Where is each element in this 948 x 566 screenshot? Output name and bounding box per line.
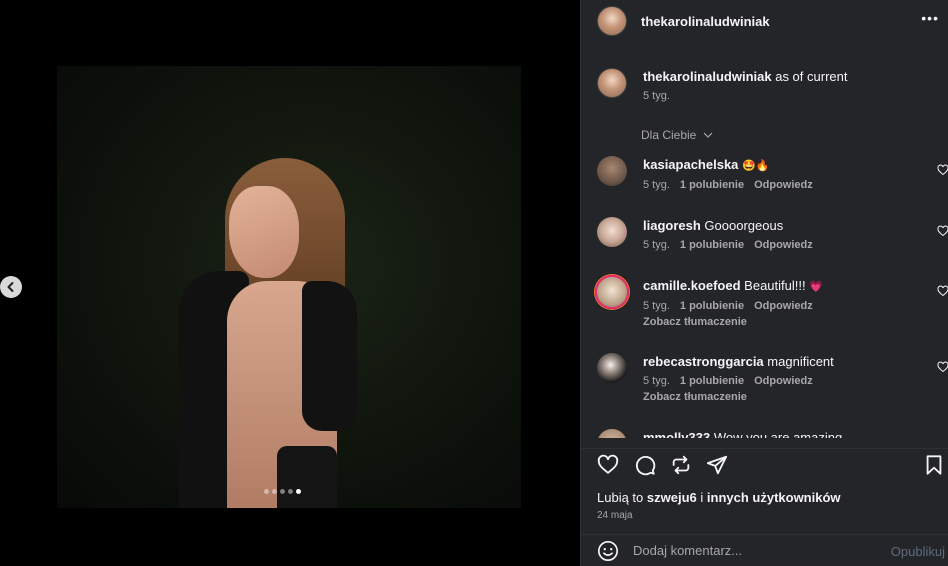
repost-button[interactable] <box>670 454 692 476</box>
avatar[interactable] <box>597 6 627 36</box>
bookmark-icon <box>926 455 942 475</box>
more-options-icon[interactable]: ••• <box>921 10 939 26</box>
like-comment-icon[interactable] <box>937 225 948 237</box>
carousel-dot <box>296 489 301 494</box>
comment-likes[interactable]: 1 polubienie <box>680 179 744 191</box>
chevron-down-icon <box>703 132 713 138</box>
reply-button[interactable]: Odpowiedz <box>754 239 813 251</box>
paper-plane-icon <box>706 455 728 475</box>
photo-dress-strap <box>302 281 357 431</box>
carousel-dot <box>264 489 269 494</box>
carousel-dot <box>288 489 293 494</box>
comment-username[interactable]: liagoresh <box>643 218 701 233</box>
add-comment-bar: Opublikuj <box>581 534 948 566</box>
reply-button[interactable]: Odpowiedz <box>754 179 813 191</box>
reply-button[interactable]: Odpowiedz <box>754 300 813 312</box>
comment-text: Beautiful!!! <box>744 278 806 293</box>
comment-button[interactable] <box>634 454 656 476</box>
comment-emoji: 💗 <box>809 280 823 293</box>
avatar[interactable] <box>597 429 627 438</box>
comment-icon <box>636 456 656 476</box>
comment-item: mmolly333 Wow you are amazing <box>597 429 947 438</box>
comment-likes[interactable]: 1 polubienie <box>680 300 744 312</box>
comment-input[interactable] <box>633 543 863 558</box>
comment-filter-label: Dla Ciebie <box>641 128 697 142</box>
save-button[interactable] <box>923 454 945 476</box>
post-actions-bar <box>581 448 948 480</box>
carousel-prev-button[interactable] <box>0 276 22 298</box>
avatar[interactable] <box>597 353 627 383</box>
carousel-dots <box>264 489 301 494</box>
liker-username[interactable]: szweju6 <box>647 490 697 505</box>
likes-middle: i <box>700 490 704 505</box>
publish-button[interactable]: Opublikuj <box>891 544 945 559</box>
like-comment-icon[interactable] <box>937 361 948 373</box>
owner-username[interactable]: thekarolinaludwiniak <box>641 14 770 29</box>
comment-text: Goooorgeous <box>704 218 784 233</box>
comment-username[interactable]: kasiapachelska <box>643 157 738 172</box>
post-header: thekarolinaludwiniak ••• <box>581 0 948 42</box>
comment-likes[interactable]: 1 polubienie <box>680 239 744 251</box>
post-photo[interactable] <box>57 66 521 508</box>
comment-item: kasiapachelska 🤩🔥 5 tyg. 1 polubienie Odpo… <box>597 156 948 191</box>
comment-item: rebecastronggarcia magnificent 5 tyg. 1 p… <box>597 353 948 403</box>
comment-filter-dropdown[interactable]: Dla Ciebie <box>641 128 713 142</box>
comment-username[interactable]: camille.koefoed <box>643 278 741 293</box>
photo-face <box>229 186 299 278</box>
post-date: 24 maja <box>597 510 633 521</box>
carousel-dot <box>280 489 285 494</box>
see-translation-link[interactable]: Zobacz tłumaczenie <box>643 391 921 403</box>
caption-text: thekarolinaludwiniak as of current <box>643 68 847 85</box>
comment-time: 5 tyg. <box>643 300 670 312</box>
comment-text: Wow you are amazing <box>713 430 843 438</box>
caption: thekarolinaludwiniak as of current 5 tyg… <box>597 68 847 102</box>
caption-username[interactable]: thekarolinaludwiniak <box>643 69 772 84</box>
photo-dress-bottom <box>277 446 337 508</box>
reply-button[interactable]: Odpowiedz <box>754 375 813 387</box>
comment-time: 5 tyg. <box>643 375 670 387</box>
carousel-dot <box>272 489 277 494</box>
avatar[interactable] <box>595 275 629 309</box>
see-translation-link[interactable]: Zobacz tłumaczenie <box>643 316 921 328</box>
heart-icon <box>597 454 619 474</box>
chevron-left-icon <box>7 282 14 292</box>
comments-list[interactable]: thekarolinaludwiniak as of current 5 tyg… <box>581 58 948 438</box>
avatar[interactable] <box>597 68 627 98</box>
comment-time: 5 tyg. <box>643 179 670 191</box>
comment-item: camille.koefoed Beautiful!!! 💗 5 tyg. 1 p… <box>595 275 948 328</box>
comment-username[interactable]: rebecastronggarcia <box>643 354 764 369</box>
like-comment-icon[interactable] <box>937 285 948 297</box>
other-likers-link[interactable]: innych użytkowników <box>707 490 841 505</box>
likes-summary: Lubią to szweju6 i innych użytkowników <box>597 490 841 505</box>
comment-likes[interactable]: 1 polubienie <box>680 375 744 387</box>
avatar[interactable] <box>597 217 627 247</box>
post-details-panel: thekarolinaludwiniak ••• thekarolinaludw… <box>580 0 948 566</box>
avatar[interactable] <box>597 156 627 186</box>
repost-icon <box>672 455 690 475</box>
post-media <box>0 0 580 566</box>
likes-prefix: Lubią to <box>597 490 644 505</box>
like-button[interactable] <box>597 454 619 476</box>
comment-username[interactable]: mmolly333 <box>643 430 710 438</box>
comment-item: liagoresh Goooorgeous 5 tyg. 1 polubienie… <box>597 217 948 251</box>
comment-time: 5 tyg. <box>643 239 670 251</box>
share-button[interactable] <box>706 454 728 476</box>
emoji-icon[interactable] <box>597 540 619 562</box>
like-comment-icon[interactable] <box>937 164 948 176</box>
comment-emoji: 🤩🔥 <box>742 159 770 172</box>
caption-body: as of current <box>775 69 848 84</box>
caption-time: 5 tyg. <box>643 90 847 102</box>
caption-timestamp: 5 tyg. <box>643 90 670 102</box>
comment-text: magnificent <box>767 354 834 369</box>
